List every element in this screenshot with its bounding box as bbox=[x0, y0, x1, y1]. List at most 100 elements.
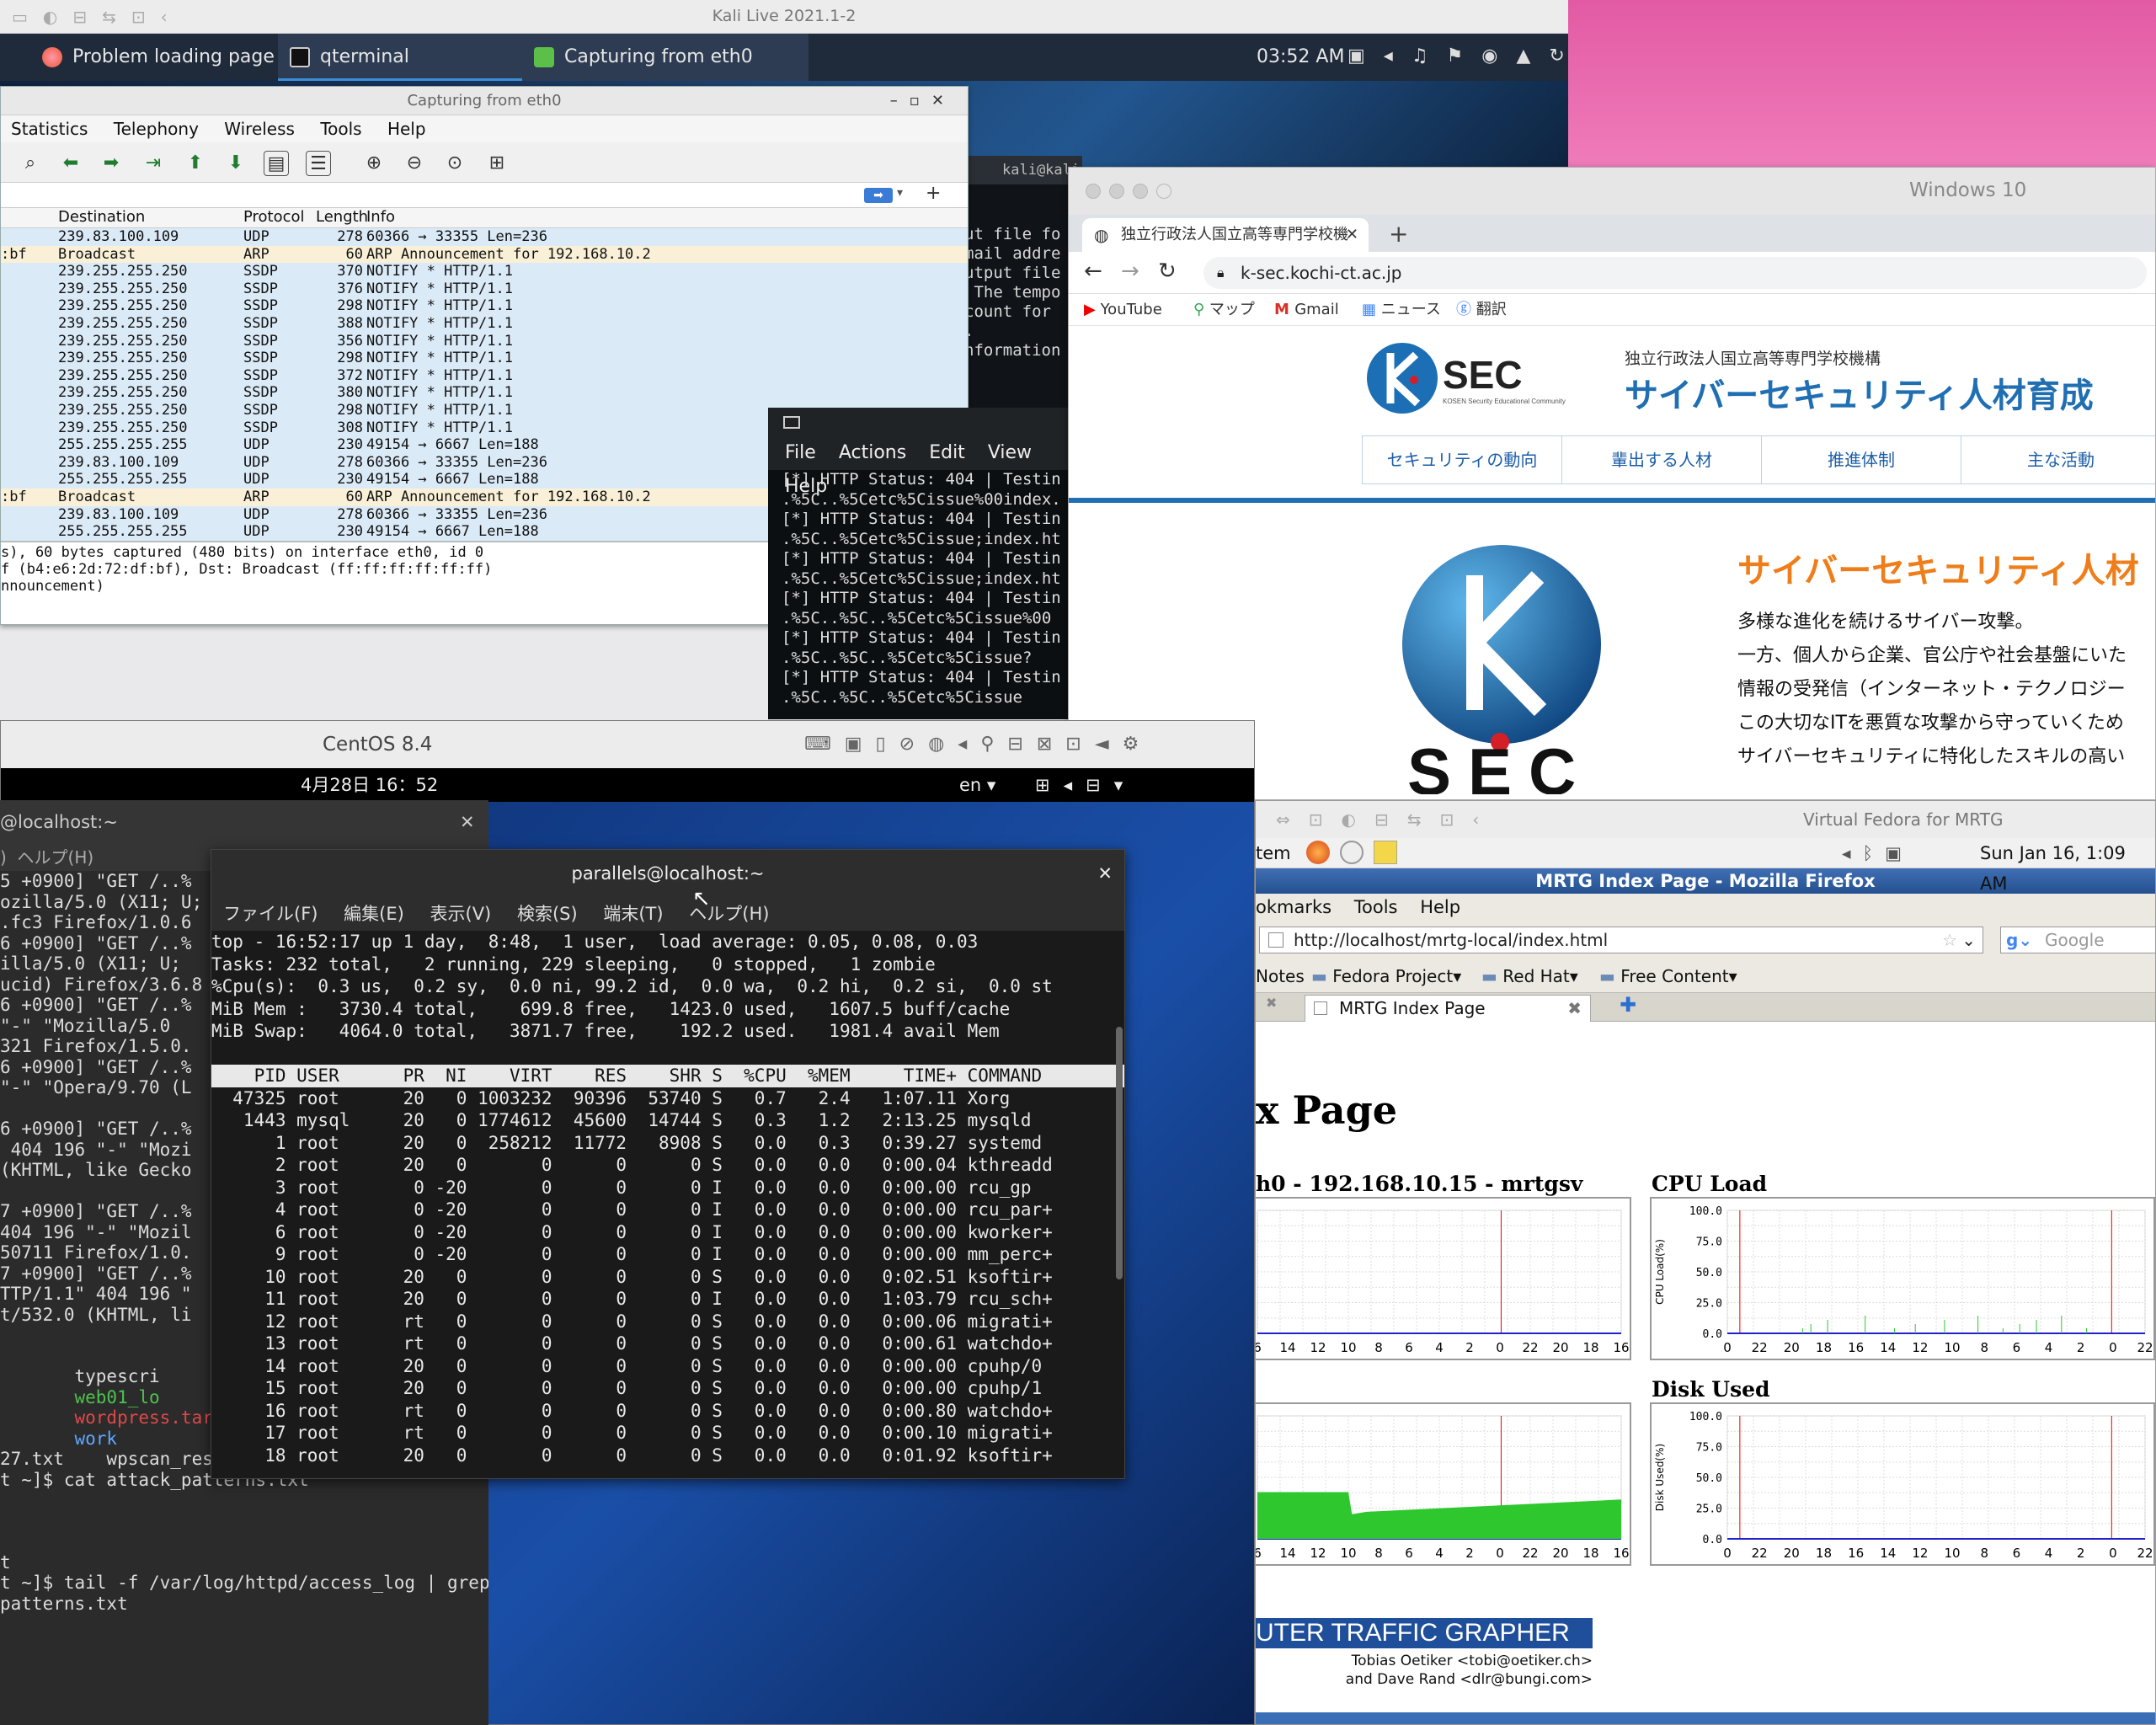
address-bar[interactable]: 🔒︎ k-sec.kochi-ct.ac.jp bbox=[1203, 257, 2147, 289]
tab-mrtg-index[interactable]: MRTG Index Page ✖ bbox=[1305, 995, 1591, 1022]
minimize-dot-icon[interactable] bbox=[1109, 184, 1124, 199]
menu-edit[interactable]: Edit bbox=[929, 442, 965, 463]
mrtg-banner[interactable]: UTER TRAFFIC GRAPHER bbox=[1256, 1618, 1593, 1648]
packet-row[interactable]: :bf Broadcast ARP 60 ARP Announcement for 19… bbox=[1, 245, 968, 264]
notes-launcher-icon[interactable] bbox=[1374, 841, 1397, 864]
go-back-icon[interactable]: ⬅ bbox=[58, 151, 83, 176]
star-icon[interactable]: ☆ bbox=[1942, 927, 1957, 953]
input-method[interactable]: en ▾ bbox=[959, 768, 995, 802]
menu-bookmarks[interactable]: okmarks bbox=[1256, 897, 1331, 917]
taskbar-item-wireshark[interactable]: Capturing from eth0 bbox=[522, 34, 808, 81]
menu-tools[interactable]: Tools bbox=[1354, 897, 1398, 917]
packet-row[interactable]: 239.255.255.250 SSDP 388 NOTIFY * HTTP/1.1 bbox=[1, 314, 968, 333]
menu-view[interactable]: 表示(V) bbox=[430, 904, 492, 924]
go-forward-icon[interactable]: ➡ bbox=[99, 151, 124, 176]
packet-row[interactable]: 239.255.255.250 SSDP 356 NOTIFY * HTTP/1.1 bbox=[1, 332, 968, 350]
zoom-out-icon[interactable]: ⊖ bbox=[402, 151, 427, 176]
credit-email-dave[interactable]: <dlr@bungi.com> bbox=[1460, 1671, 1593, 1688]
go-to-packet-icon[interactable]: ⇥ bbox=[141, 151, 166, 176]
close-tab-icon[interactable]: ✖ bbox=[1567, 996, 1582, 1021]
nav-trends[interactable]: セキュリティの動向 bbox=[1363, 436, 1562, 483]
display-filter-bar[interactable]: ➡ ▾ + bbox=[1, 183, 968, 208]
tray-icons[interactable]: ▣◂♫⚑◉▲↻ bbox=[1348, 45, 1568, 67]
bookmark-youtube[interactable]: ▶ YouTube bbox=[1084, 294, 1162, 326]
panel-system-menu[interactable]: tem bbox=[1256, 838, 1291, 868]
bookmark-red-hat[interactable]: ▬ Red Hat▾ bbox=[1481, 959, 1578, 993]
graph-cpu-load[interactable]: 100.075.050.025.00.0CPU Load(%)0 22 20 18 16… bbox=[1650, 1197, 2155, 1360]
packet-row[interactable]: 239.255.255.250 SSDP 370 NOTIFY * HTTP/1.1 bbox=[1, 263, 968, 280]
autoscroll-icon[interactable]: ▤ bbox=[264, 151, 289, 176]
qterminal-output[interactable]: [*] HTTP Status: 404 | Testin .%5C..%5Cet… bbox=[768, 470, 1071, 708]
graph-memory[interactable]: 6 14 12 10 8 6 4 2 0 22 20 18 16 bbox=[1255, 1402, 1631, 1566]
menu-telephony[interactable]: Telephony bbox=[114, 119, 199, 139]
menu-help[interactable]: Help bbox=[387, 119, 426, 139]
bookmark-news[interactable]: ▦ ニュース bbox=[1362, 294, 1441, 326]
first-packet-icon[interactable]: ⬆ bbox=[183, 151, 208, 176]
packet-row[interactable]: 239.255.255.250 SSDP 298 NOTIFY * HTTP/1.1 bbox=[1, 297, 968, 315]
top-output[interactable]: top - 16:52:17 up 1 day, 8:48, 1 user, l… bbox=[211, 931, 1124, 1466]
menu-view[interactable]: View bbox=[988, 442, 1032, 463]
close-tab-icon[interactable]: ✕ bbox=[1346, 218, 1358, 252]
bookmark-gmail[interactable]: M Gmail bbox=[1274, 294, 1339, 326]
nav-talent[interactable]: 輩出する人材 bbox=[1562, 436, 1762, 483]
fullscreen-dot-icon[interactable] bbox=[1156, 184, 1171, 199]
mail-launcher-icon[interactable] bbox=[1340, 841, 1364, 864]
taskbar-item-firefox[interactable]: Problem loading page - ... bbox=[30, 34, 311, 81]
close-tab-icon[interactable]: ✖ bbox=[1266, 995, 1277, 1011]
graph-disk-used[interactable]: 100.075.050.025.00.0Disk Used(%)0 22 20 18 1… bbox=[1650, 1402, 2155, 1566]
colorize-icon[interactable]: ☰ bbox=[306, 151, 331, 176]
gnome-status-icons[interactable]: ⊞◂⊟▾ bbox=[1035, 768, 1136, 802]
gnome-clock[interactable]: 4月28日 16：52 bbox=[301, 768, 438, 802]
menu-tools[interactable]: Tools bbox=[320, 119, 361, 139]
zoom-in-icon[interactable]: ⊕ bbox=[361, 151, 387, 176]
menu-search[interactable]: 検索(S) bbox=[517, 904, 578, 924]
close-icon[interactable]: ✕ bbox=[460, 800, 475, 844]
panel-tray-icons[interactable]: ◂ᛒ▣ bbox=[1842, 838, 1913, 868]
last-packet-icon[interactable]: ⬇ bbox=[223, 151, 248, 176]
bookmark-notes[interactable]: Notes bbox=[1256, 959, 1305, 993]
zoom-dot-icon[interactable] bbox=[1133, 184, 1148, 199]
new-tab-icon[interactable]: ✚ bbox=[1620, 993, 1636, 1017]
column-protocol[interactable]: Protocol bbox=[243, 208, 305, 226]
menu-edit[interactable]: 編集(E) bbox=[344, 904, 404, 924]
packet-row[interactable]: 239.255.255.250 SSDP 376 NOTIFY * HTTP/1.1 bbox=[1, 280, 968, 298]
menu-actions[interactable]: Actions bbox=[839, 442, 906, 463]
url-bar[interactable]: http://localhost/mrtg-local/index.html ☆… bbox=[1259, 927, 1983, 953]
bookmark-maps[interactable]: ⚲ マップ bbox=[1193, 294, 1255, 326]
forward-icon[interactable]: → bbox=[1121, 259, 1139, 284]
packet-row[interactable]: 239.255.255.250 SSDP 372 NOTIFY * HTTP/1.1 bbox=[1, 366, 968, 385]
close-icon[interactable]: ✕ bbox=[1097, 850, 1113, 897]
column-destination[interactable]: Destination bbox=[58, 208, 145, 226]
vm-device-icons[interactable]: ⌨▣▯⊘◍◂⚲⊟⊠⊡◄⚙ bbox=[804, 721, 1152, 768]
graph-traffic[interactable]: 6 14 12 10 8 6 4 2 0 22 20 18 16 bbox=[1255, 1197, 1631, 1360]
credit-email-tobias[interactable]: <tobi@oetiker.ch> bbox=[1457, 1653, 1593, 1669]
firefox-launcher-icon[interactable] bbox=[1306, 841, 1330, 864]
packet-row[interactable]: 239.255.255.250 SSDP 298 NOTIFY * HTTP/1.1 bbox=[1, 350, 968, 367]
menu-file[interactable]: File bbox=[785, 442, 816, 463]
panel-clock[interactable]: Sun Jan 16, 1:09 AM bbox=[1980, 838, 2155, 899]
bookmark-free-content[interactable]: ▬ Free Content▾ bbox=[1599, 959, 1737, 993]
window-controls[interactable]: –▫✕ bbox=[890, 87, 956, 115]
reload-icon[interactable]: ↻ bbox=[1158, 259, 1177, 284]
menu-help[interactable]: ヘルプ(H) bbox=[18, 847, 94, 868]
menu-wireless[interactable]: Wireless bbox=[224, 119, 295, 139]
scrollbar[interactable] bbox=[1116, 1027, 1123, 1279]
new-tab-icon[interactable]: + bbox=[1389, 220, 1408, 248]
menu-help[interactable]: Help bbox=[1420, 897, 1460, 917]
bookmark-fedora-project[interactable]: ▬ Fedora Project▾ bbox=[1311, 959, 1461, 993]
back-icon[interactable]: ← bbox=[1084, 259, 1102, 284]
add-filter-icon[interactable]: + bbox=[926, 183, 941, 204]
packet-row[interactable]: 239.255.255.250 SSDP 380 NOTIFY * HTTP/1.1 bbox=[1, 384, 968, 402]
filter-dropdown-icon[interactable]: ▾ bbox=[897, 186, 903, 200]
close-dot-icon[interactable] bbox=[1086, 184, 1101, 199]
url-dropdown-icon[interactable]: ⌄ bbox=[1961, 927, 1976, 953]
ksec-logo[interactable]: SEC KOSEN Security Educational Community bbox=[1365, 336, 1618, 420]
zoom-normal-icon[interactable]: ⊙ bbox=[442, 151, 467, 176]
nav-activities[interactable]: 主な活動 bbox=[1961, 436, 2155, 483]
menu-terminal[interactable]: 端末(T) bbox=[603, 904, 663, 924]
packet-row[interactable]: 239.83.100.109 UDP 278 60366 → 33355 Len=23… bbox=[1, 228, 968, 246]
search-box[interactable]: g⌄ Google bbox=[2000, 927, 2155, 953]
chrome-tab[interactable]: ◍ 独立行政法人国立高等専門学校機 ✕ bbox=[1082, 218, 1369, 252]
credit-link-tobias[interactable]: Tobias Oetiker bbox=[1352, 1653, 1453, 1669]
credit-link-dave[interactable]: Dave Rand bbox=[1377, 1671, 1455, 1688]
